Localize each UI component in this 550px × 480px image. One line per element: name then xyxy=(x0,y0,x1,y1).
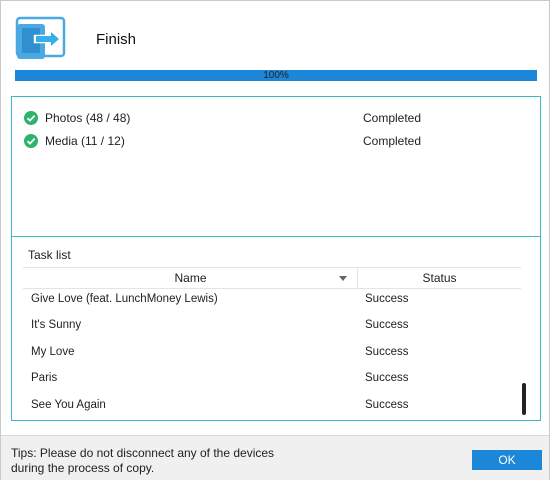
table-row[interactable]: Give Love (feat. LunchMoney Lewis) Succe… xyxy=(23,292,521,318)
check-circle-icon xyxy=(24,111,38,125)
summary-label: Media (11 / 12) xyxy=(45,134,125,148)
dialog-header: Finish xyxy=(1,1,549,67)
cell-status: Success xyxy=(365,346,409,358)
cell-name: See You Again xyxy=(31,399,106,411)
table-row[interactable]: See You Again Success xyxy=(23,398,521,424)
cell-status: Success xyxy=(365,372,409,384)
progress-bar: 100% xyxy=(15,70,537,81)
summary-status: Completed xyxy=(363,111,422,125)
summary-label: Photos (48 / 48) xyxy=(45,111,131,125)
tips-line: Tips: Please do not disconnect any of th… xyxy=(11,446,275,460)
section-divider xyxy=(12,236,540,237)
table-row[interactable]: Paris Success xyxy=(23,371,521,397)
cell-status: Success xyxy=(365,319,409,331)
task-list-label: Task list xyxy=(28,248,71,262)
summary-status: Completed xyxy=(363,134,422,148)
sort-down-icon[interactable] xyxy=(339,276,347,281)
ok-button[interactable]: OK xyxy=(472,450,542,470)
tips-line: during the process of copy. xyxy=(11,461,155,475)
dialog-title: Finish xyxy=(96,31,137,48)
task-table: Name Status Give Love (feat. LunchMoney … xyxy=(23,267,521,417)
tips-text: Tips: Please do not disconnect any of th… xyxy=(11,446,281,476)
device-transfer-icon xyxy=(14,15,70,65)
column-header-name[interactable]: Name xyxy=(23,268,358,288)
vertical-scrollbar[interactable] xyxy=(522,383,526,415)
table-row[interactable]: It's Sunny Success xyxy=(23,318,521,344)
finish-dialog: Finish 100% Photos (48 / 48) Completed M… xyxy=(0,0,550,480)
progress-label: 100% xyxy=(263,70,289,81)
summary-section: Photos (48 / 48) Completed Media (11 / 1… xyxy=(12,97,540,236)
check-circle-icon xyxy=(24,134,38,148)
cell-name: It's Sunny xyxy=(31,319,82,331)
table-header: Name Status xyxy=(23,267,521,289)
cell-status: Success xyxy=(365,399,409,411)
summary-row-photos: Photos (48 / 48) Completed xyxy=(24,110,524,130)
cell-name: Give Love (feat. LunchMoney Lewis) xyxy=(31,293,218,305)
column-header-status[interactable]: Status xyxy=(358,268,521,288)
cell-status: Success xyxy=(365,293,409,305)
table-row[interactable]: My Love Success xyxy=(23,345,521,371)
cell-name: My Love xyxy=(31,346,75,358)
dialog-footer: Tips: Please do not disconnect any of th… xyxy=(1,435,549,480)
summary-row-media: Media (11 / 12) Completed xyxy=(24,133,524,153)
results-panel: Photos (48 / 48) Completed Media (11 / 1… xyxy=(11,96,541,421)
cell-name: Paris xyxy=(31,372,58,384)
